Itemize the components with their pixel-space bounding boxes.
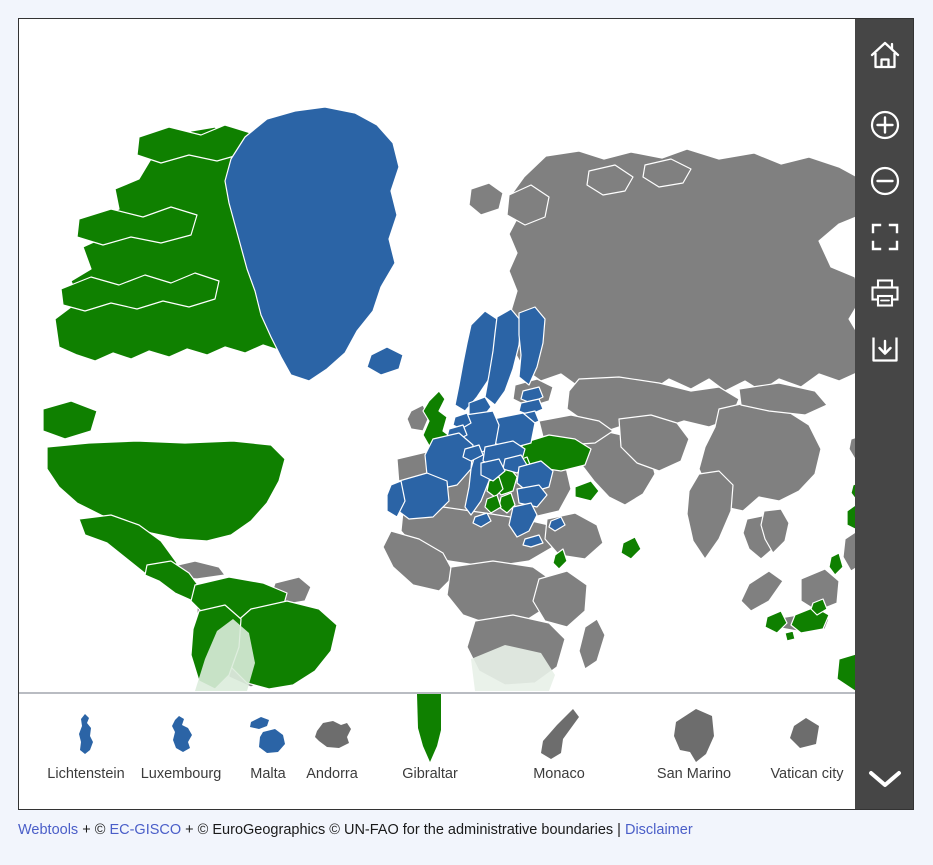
san-marino-shape [634,704,754,766]
zoom-in-icon [869,109,901,141]
print-icon [869,278,901,308]
legend-label: Vatican city [747,766,867,782]
world-map-svg[interactable] [19,19,913,691]
download-icon [870,334,900,364]
footer-sep-1: + © [78,822,109,838]
map-toolbar [855,19,914,809]
luxembourg-icon [166,714,196,756]
footer-sep-3: | [613,822,625,838]
legend-items-container: Lichtenstein Luxembourg [19,694,913,809]
map-widget: Lichtenstein Luxembourg [0,0,933,865]
legend-item-monaco[interactable]: Monaco [499,704,619,782]
webtools-link[interactable]: Webtools [18,822,78,838]
map-canvas[interactable] [19,19,913,691]
legend-item-gibraltar[interactable]: Gibraltar [370,692,490,782]
andorra-icon [309,717,355,753]
country-singapore[interactable] [785,631,795,641]
zoom-in-button[interactable] [855,97,914,153]
monaco-shape [499,704,619,766]
legend-item-vatican-city[interactable]: Vatican city [747,704,867,782]
ec-gisco-link[interactable]: EC-GISCO [109,822,181,838]
monaco-icon [537,707,581,763]
attribution-footer: Webtools + © EC-GISCO + © EuroGeographic… [18,820,898,840]
fullscreen-icon [870,222,900,252]
fullscreen-button[interactable] [855,209,914,265]
legend-strip: Lichtenstein Luxembourg [19,692,913,809]
download-button[interactable] [855,321,914,377]
zoom-out-button[interactable] [855,153,914,209]
san-marino-icon [670,706,718,764]
home-button[interactable] [855,27,914,83]
vatican-city-shape [747,704,867,766]
print-button[interactable] [855,265,914,321]
legend-label: Monaco [499,766,619,782]
legend-label: San Marino [634,766,754,782]
footer-attribution-text: EuroGeographics © UN-FAO for the adminis… [212,822,613,838]
country-russia[interactable] [509,149,861,391]
disclaimer-link[interactable]: Disclaimer [625,822,693,838]
legend-label: Gibraltar [370,766,490,782]
gibraltar-icon [410,692,450,766]
zoom-out-icon [869,165,901,197]
map-frame: Lichtenstein Luxembourg [18,18,914,810]
gibraltar-shape [370,692,490,766]
lichtenstein-icon [73,712,99,758]
home-icon [869,40,901,70]
chevron-down-icon [866,766,904,790]
vatican-city-icon [786,714,828,756]
footer-sep-2: + © [181,822,212,838]
legend-item-san-marino[interactable]: San Marino [634,704,754,782]
collapse-button[interactable] [855,747,914,809]
